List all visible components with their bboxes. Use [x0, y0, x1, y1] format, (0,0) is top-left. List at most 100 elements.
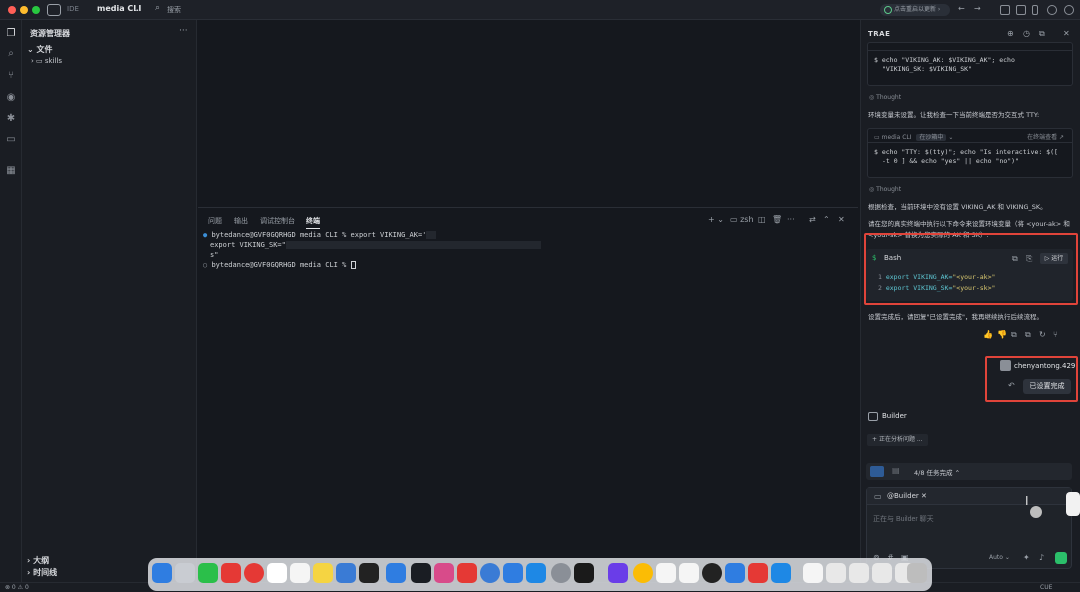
feishu-icon[interactable] — [725, 563, 745, 583]
toggle-chat-icon[interactable] — [1032, 5, 1038, 15]
task-progress-bar[interactable]: ▤ 4/8 任务完成 ⌃ — [866, 463, 1072, 480]
trash-icon[interactable] — [907, 563, 927, 583]
retry-icon[interactable]: ↻ — [1039, 330, 1046, 339]
sparkle-icon[interactable]: ✦ — [1023, 553, 1030, 562]
list-icon[interactable]: ▤ — [892, 466, 900, 475]
search-input[interactable]: 搜索 — [167, 5, 181, 15]
assistant-message: 环境变量未设置。让我检查一下当前终端是否为交互式 TTY: — [868, 111, 1040, 119]
maximize-panel-icon[interactable]: ⌃ — [823, 215, 830, 224]
app-icon[interactable] — [336, 563, 356, 583]
close-window-button[interactable] — [8, 6, 16, 14]
app-icon[interactable] — [656, 563, 676, 583]
thought-label[interactable]: ◎ Thought — [869, 186, 901, 193]
close-panel-icon[interactable]: ✕ — [838, 215, 845, 224]
trae-ide-icon[interactable] — [411, 563, 431, 583]
minimize-window-button[interactable] — [20, 6, 28, 14]
screenshot-icon[interactable] — [872, 563, 892, 583]
more-options-icon[interactable]: ··· — [179, 26, 188, 36]
safari-icon[interactable] — [480, 563, 500, 583]
tab-problems[interactable]: 问题 — [208, 216, 222, 226]
debug-bug-icon[interactable]: ✱ — [5, 113, 17, 125]
status-right[interactable]: CUE — [1040, 584, 1052, 591]
send-button[interactable] — [1055, 552, 1067, 564]
copy-icon[interactable]: ⧉ — [1025, 330, 1031, 340]
toggle-sidebar-icon[interactable] — [1000, 5, 1010, 15]
terminal-shell-selector[interactable]: ▭ zsh — [730, 215, 754, 224]
stickies-icon[interactable] — [313, 563, 333, 583]
folder-icon: ▭ — [36, 57, 43, 65]
problems-count[interactable]: ⊗ 0 ⚠ 0 — [5, 584, 29, 591]
chrome-icon[interactable] — [633, 563, 653, 583]
qq-icon[interactable] — [702, 563, 722, 583]
outline-section-header[interactable]: › 大纲 — [27, 555, 49, 566]
scroll-handle[interactable] — [1066, 492, 1080, 516]
netease-music-icon[interactable] — [244, 563, 264, 583]
terminal-output[interactable]: ● bytedance@GVF0GQRHGD media CLI % expor… — [203, 230, 541, 270]
search-icon[interactable]: ⌕ — [155, 3, 160, 13]
thought-label[interactable]: ◎ Thought — [869, 94, 901, 101]
figma-icon[interactable] — [574, 563, 594, 583]
feishu-icon[interactable] — [503, 563, 523, 583]
app-icon[interactable] — [679, 563, 699, 583]
account-icon[interactable] — [1064, 5, 1074, 15]
screenshot-icon[interactable] — [826, 563, 846, 583]
preview-eye-icon[interactable]: ◉ — [5, 92, 17, 104]
finder-icon[interactable] — [152, 563, 172, 583]
source-control-icon[interactable]: ⑂ — [5, 70, 17, 82]
timeline-section-header[interactable]: › 时间线 — [27, 567, 57, 578]
tab-output[interactable]: 输出 — [234, 216, 248, 226]
new-terminal-plus-icon[interactable]: + ⌄ — [708, 215, 724, 224]
mention-label[interactable]: @Builder ✕ — [887, 492, 927, 500]
remote-monitor-icon[interactable]: ▭ — [5, 134, 17, 146]
maximize-window-button[interactable] — [32, 6, 40, 14]
open-external-icon[interactable]: ⧉ — [1039, 29, 1045, 39]
task-toggle-icon[interactable] — [870, 466, 884, 477]
mail-icon[interactable] — [386, 563, 406, 583]
back-arrow-icon[interactable]: ← — [958, 4, 965, 13]
wps-icon[interactable] — [457, 563, 477, 583]
tree-item-skills[interactable]: › ▭ skills — [31, 57, 62, 65]
app-icon[interactable] — [359, 563, 379, 583]
more-options-icon[interactable]: ··· — [787, 215, 795, 224]
tab-debug-console[interactable]: 调试控制台 — [260, 216, 295, 226]
search-panel-icon[interactable]: ⌕ — [5, 48, 17, 60]
toggle-panel-icon[interactable] — [1016, 5, 1026, 15]
system-settings-icon[interactable] — [551, 563, 571, 583]
forward-arrow-icon[interactable]: → — [974, 4, 981, 13]
trash-icon[interactable]: 🗑 — [772, 215, 782, 224]
close-chat-icon[interactable]: ✕ — [1063, 29, 1070, 38]
add-chat-icon[interactable]: ⊕ — [1007, 29, 1014, 38]
editor-area[interactable] — [198, 20, 858, 206]
branch-icon[interactable]: ⑂ — [1053, 330, 1058, 339]
youdao-icon[interactable] — [221, 563, 241, 583]
explorer-files-icon[interactable]: ❐ — [5, 28, 17, 40]
thumbs-down-icon[interactable]: 👎 — [997, 330, 1007, 339]
document-icon[interactable] — [803, 563, 823, 583]
app-icon[interactable] — [608, 563, 628, 583]
model-select[interactable]: Auto ⌄ — [989, 554, 1010, 561]
history-icon[interactable]: ◷ — [1023, 29, 1030, 38]
files-section-header[interactable]: ⌄ 文件 — [27, 44, 53, 55]
app-store-icon[interactable] — [526, 563, 546, 583]
command-code[interactable]: $ echo "TTY: $(tty)"; echo "Is interacti… — [868, 143, 1072, 171]
app-icon[interactable] — [771, 563, 791, 583]
wps-icon[interactable] — [748, 563, 768, 583]
screenshot-icon[interactable] — [849, 563, 869, 583]
restart-update-button[interactable]: 点击重启以更新 › — [880, 4, 950, 16]
copy-icon[interactable]: ⧉ — [1011, 330, 1017, 340]
command-code[interactable]: $ echo "VIKING_AK: $VIKING_AK"; echo "VI… — [868, 51, 1072, 79]
swap-panel-icon[interactable]: ⇄ — [809, 215, 816, 224]
wechat-icon[interactable] — [198, 563, 218, 583]
tab-terminal[interactable]: 终端 — [306, 216, 320, 229]
notes-icon[interactable] — [290, 563, 310, 583]
app-icon[interactable] — [434, 563, 454, 583]
settings-gear-icon[interactable] — [1047, 5, 1057, 15]
extensions-icon[interactable]: ▦ — [5, 165, 17, 177]
view-in-terminal-link[interactable]: 在终端查看 ↗ — [1027, 132, 1064, 141]
split-terminal-icon[interactable]: ◫ — [758, 215, 766, 224]
launchpad-icon[interactable] — [175, 563, 195, 583]
thumbs-up-icon[interactable]: 👍 — [983, 330, 993, 339]
calendar-icon[interactable] — [267, 563, 287, 583]
chevron-down-icon[interactable]: ⌄ — [133, 4, 140, 13]
microphone-icon[interactable]: ♪ — [1039, 553, 1044, 562]
